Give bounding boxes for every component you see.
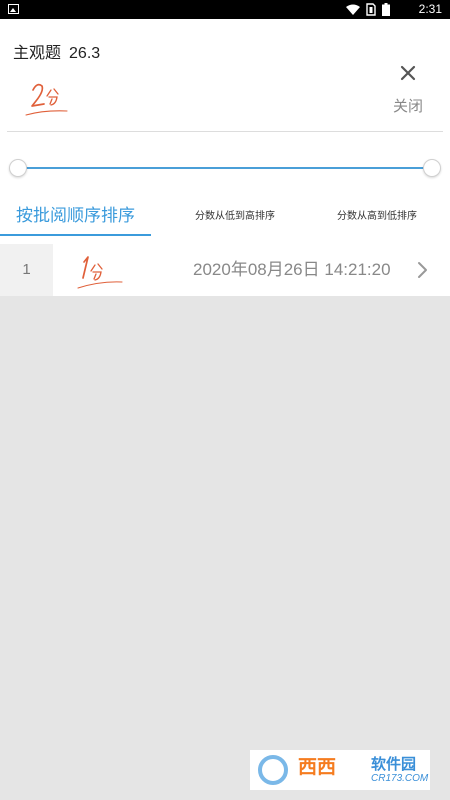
wifi-icon — [346, 4, 360, 15]
question-score: 26.3 — [69, 45, 101, 62]
slider-max-handle[interactable] — [423, 159, 441, 177]
score-panel: 主观题 26.3 关闭 按批阅顺序排序 分数从低到高排序 分数从高到低排序 1 2… — [0, 19, 450, 296]
watermark-logo: 西西 软件园 CR173.COM — [250, 750, 430, 790]
slider-track — [19, 167, 431, 169]
score-range-slider[interactable] — [9, 159, 441, 179]
close-label: 关闭 — [392, 97, 423, 115]
status-icons — [346, 2, 390, 17]
sort-tabs: 按批阅顺序排序 分数从低到高排序 分数从高到低排序 — [0, 199, 450, 236]
sim-icon — [366, 3, 376, 16]
clock: 2:31 — [418, 2, 442, 16]
watermark-main-text: 西西 — [298, 756, 337, 778]
divider — [7, 131, 443, 132]
battery-icon — [382, 3, 390, 16]
watermark-sub-text: 软件园 — [371, 755, 417, 773]
question-type-label: 主观题 — [13, 43, 62, 62]
slider-min-handle[interactable] — [9, 159, 27, 177]
image-notification-icon — [8, 4, 19, 14]
close-button[interactable]: 关闭 — [386, 65, 430, 121]
handwritten-score-2 — [25, 83, 68, 116]
page-title: 主观题 26.3 — [13, 39, 100, 63]
chevron-right-icon — [418, 262, 427, 278]
record-index: 1 — [0, 244, 53, 296]
list-item[interactable]: 1 2020年08月26日 14:21:20 — [0, 244, 450, 296]
record-timestamp: 2020年08月26日 14:21:20 — [193, 260, 391, 279]
status-bar: 2:31 — [0, 0, 450, 19]
close-icon — [400, 65, 416, 81]
handwritten-score-1 — [77, 256, 123, 289]
tab-sort-score-ascending[interactable]: 分数从低到高排序 — [170, 199, 300, 236]
watermark-domain: CR173.COM — [371, 773, 429, 784]
watermark-ring-icon — [258, 755, 288, 785]
tab-sort-score-descending[interactable]: 分数从高到低排序 — [323, 199, 431, 236]
tab-sort-by-review-order[interactable]: 按批阅顺序排序 — [0, 199, 151, 236]
